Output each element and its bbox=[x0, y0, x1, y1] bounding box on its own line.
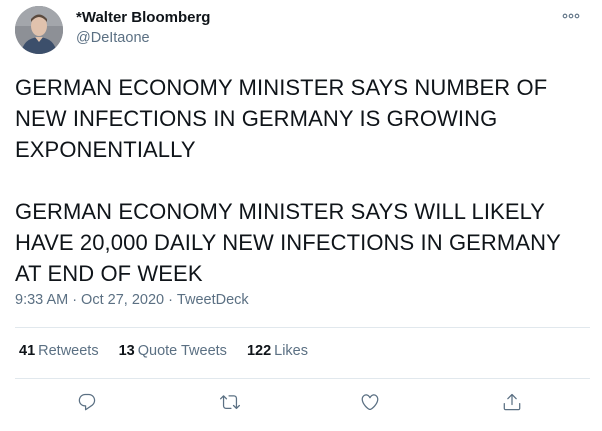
meta-separator: · bbox=[72, 292, 78, 308]
likes-stat[interactable]: 122 Likes bbox=[247, 343, 308, 359]
tweet-date[interactable]: Oct 27, 2020 bbox=[81, 292, 164, 308]
tweet-stats: 41 Retweets 13 Quote Tweets 122 Likes bbox=[19, 343, 328, 359]
retweets-count: 41 bbox=[19, 343, 36, 359]
tweet-source[interactable]: TweetDeck bbox=[177, 292, 249, 308]
display-name[interactable]: *Walter Bloomberg bbox=[76, 9, 210, 26]
avatar[interactable] bbox=[15, 6, 63, 54]
share-icon bbox=[503, 393, 521, 411]
likes-count: 122 bbox=[246, 343, 272, 359]
tweet-card: *Walter Bloomberg @DeItaone GERMAN ECONO… bbox=[0, 0, 602, 431]
tweet-meta: 9:33 AM · Oct 27, 2020 · TweetDeck bbox=[15, 292, 249, 308]
reply-icon bbox=[78, 393, 96, 411]
like-icon bbox=[361, 394, 379, 411]
likes-label: Likes bbox=[274, 343, 308, 359]
tweet-paragraph-2: GERMAN ECONOMY MINISTER SAYS WILL LIKELY… bbox=[15, 199, 561, 286]
retweets-stat[interactable]: 41 Retweets bbox=[19, 343, 99, 359]
retweet-button[interactable] bbox=[216, 388, 244, 416]
tweet-paragraph-1: GERMAN ECONOMY MINISTER SAYS NUMBER OF N… bbox=[15, 75, 548, 162]
user-handle[interactable]: @DeItaone bbox=[76, 30, 150, 46]
quote-tweets-count: 13 bbox=[118, 343, 135, 359]
more-dots-icon[interactable] bbox=[560, 10, 582, 22]
reply-button[interactable] bbox=[73, 388, 101, 416]
quote-tweets-stat[interactable]: 13 Quote Tweets bbox=[119, 343, 227, 359]
meta-separator: · bbox=[168, 292, 173, 308]
tweet-actions bbox=[0, 388, 602, 416]
quote-tweets-label: Quote Tweets bbox=[137, 343, 227, 359]
tweet-time[interactable]: 9:33 AM bbox=[15, 292, 68, 308]
like-button[interactable] bbox=[356, 388, 384, 416]
divider bbox=[15, 327, 590, 328]
tweet-text: GERMAN ECONOMY MINISTER SAYS NUMBER OF N… bbox=[15, 72, 590, 289]
retweets-label: Retweets bbox=[38, 343, 99, 359]
retweet-icon bbox=[220, 395, 240, 410]
share-button[interactable] bbox=[498, 388, 526, 416]
divider bbox=[15, 378, 590, 379]
